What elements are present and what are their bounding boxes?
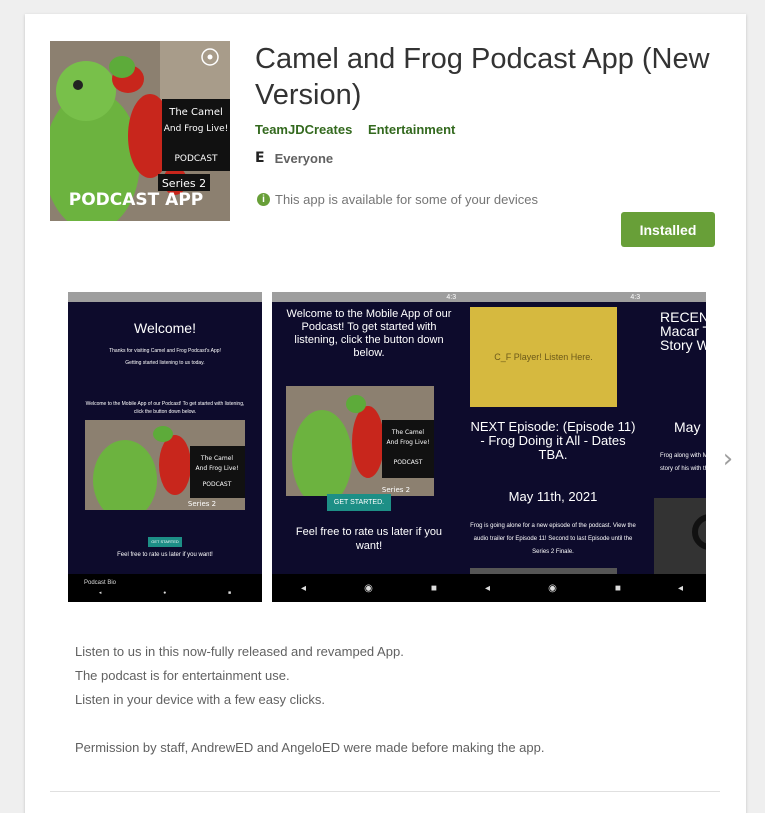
svg-text:The Camel: The Camel (168, 107, 223, 118)
description-line: Listen in your device with a few easy cl… (75, 692, 325, 707)
screenshot-carousel: Welcome! Thanks for visiting Camel and F… (68, 292, 706, 602)
svg-text:PODCAST: PODCAST (174, 154, 218, 164)
screenshot-footer: Feel free to rate us later if you want! (295, 526, 443, 552)
screenshot-heading: Welcome to the Mobile App of our Podcast… (286, 308, 452, 359)
screenshot-2[interactable]: 4:35 Welcome to the Mobile App of our Po… (272, 292, 466, 602)
back-icon: ◂ (98, 590, 102, 596)
app-icon-art: The Camel And Frog Live! PODCAST Series … (50, 41, 230, 221)
screenshot-3[interactable]: 4:36 C_F Player! Listen Here. NEXT Episo… (456, 292, 650, 602)
screenshot-body: Frog along with Mac's story of his with … (660, 453, 706, 472)
screenshot-body: Welcome to the Mobile App of our Podcast… (85, 401, 245, 415)
status-bar (640, 292, 706, 302)
recents-icon: ■ (614, 582, 621, 594)
status-bar: 4:36 (456, 292, 650, 302)
screenshot-heading: NEXT Episode: (Episode 11) - Frog Doing … (470, 419, 636, 462)
app-description: Listen to us in this now-fully released … (75, 640, 715, 760)
screenshot-subtext-2: Getting started listening to us today. (125, 360, 205, 366)
get-started-button: GET STARTED. (327, 494, 391, 511)
status-bar (68, 292, 262, 302)
svg-text:And Frog Live!: And Frog Live! (164, 124, 229, 134)
info-icon: i (257, 193, 270, 206)
nav-bar: ◂ ◉ ■ (456, 574, 650, 602)
home-icon: ◉ (548, 582, 557, 594)
back-icon: ◂ (485, 582, 491, 594)
svg-text:The Camel: The Camel (200, 455, 233, 462)
app-icon: The Camel And Frog Live! PODCAST Series … (50, 41, 230, 221)
app-title: Camel and Frog Podcast App (New Version) (255, 43, 710, 111)
divider (50, 791, 720, 792)
back-icon: ◂ (301, 582, 307, 594)
svg-text:PODCAST: PODCAST (394, 459, 423, 466)
nav-bar: ◂ ◉ ■ (272, 574, 466, 602)
nav-bar: ◂ (640, 574, 706, 602)
svg-text:Series 2: Series 2 (162, 177, 206, 190)
screenshot-footer: Feel free to rate us later if you want! (117, 552, 213, 558)
back-icon: ◂ (678, 582, 684, 594)
screenshot-heading: Welcome! (134, 320, 196, 336)
screenshot-4[interactable]: RECEN (Episod Macar The S Story WoR Opti… (640, 292, 706, 602)
video-preview (654, 498, 706, 574)
availability-text: This app is available for some of your d… (275, 192, 539, 207)
status-bar: 4:35 (272, 292, 466, 302)
svg-text:And Frog Live!: And Frog Live! (195, 465, 238, 472)
recents-icon: ■ (430, 582, 437, 594)
home-icon: ◉ (364, 582, 373, 594)
svg-text:The Camel: The Camel (391, 429, 424, 436)
content-rating-label: Everyone (274, 150, 334, 166)
screenshot-heading: RECEN (Episod Macar The S Story WoR Opti… (660, 309, 706, 353)
installed-button[interactable]: Installed (621, 212, 715, 247)
get-started-button: GET STARTED (148, 537, 182, 547)
chevron-right-icon[interactable]: › (718, 439, 738, 479)
svg-text:PODCAST: PODCAST (203, 481, 232, 488)
screenshot-1[interactable]: Welcome! Thanks for visiting Camel and F… (68, 292, 262, 602)
description-line (75, 712, 715, 736)
screenshot-photo: The Camel And Frog Live! PODCAST Series … (85, 420, 245, 510)
svg-text:Series 2: Series 2 (188, 500, 216, 508)
podcast-bio-label: Podcast Bio (84, 580, 117, 586)
svg-text:PODCAST APP: PODCAST APP (69, 190, 204, 210)
home-icon: ● (163, 590, 167, 596)
developer-link[interactable]: TeamJDCreates (255, 122, 352, 137)
svg-text:And Frog Live!: And Frog Live! (386, 439, 429, 446)
content-rating-badge-icon: E (255, 150, 265, 166)
screenshot-date: May 11th, 2021 (508, 489, 598, 504)
screenshot-date: May (674, 419, 701, 435)
recents-icon: ■ (228, 590, 232, 596)
screenshot-subtext: Thanks for visiting Camel and Frog Podca… (109, 348, 221, 354)
screenshot-photo: The Camel And Frog Live! PODCAST Series … (286, 386, 434, 496)
content-rating: E Everyone (255, 150, 333, 166)
svg-text:Series 2: Series 2 (382, 486, 410, 494)
screenshot-body: Frog is going alone for a new episode of… (470, 523, 636, 555)
nav-bar: Podcast Bio ◂ ● ■ (68, 574, 262, 602)
description-line: The podcast is for entertainment use. (75, 668, 290, 683)
description-line: Permission by staff, AndrewED and Angelo… (75, 740, 545, 755)
category-link[interactable]: Entertainment (368, 122, 455, 137)
description-line: Listen to us in this now-fully released … (75, 644, 404, 659)
audio-player: C_F Player! Listen Here. (470, 307, 617, 407)
availability-notice: i This app is available for some of your… (257, 192, 538, 207)
app-meta: TeamJDCreates Entertainment (255, 122, 467, 137)
